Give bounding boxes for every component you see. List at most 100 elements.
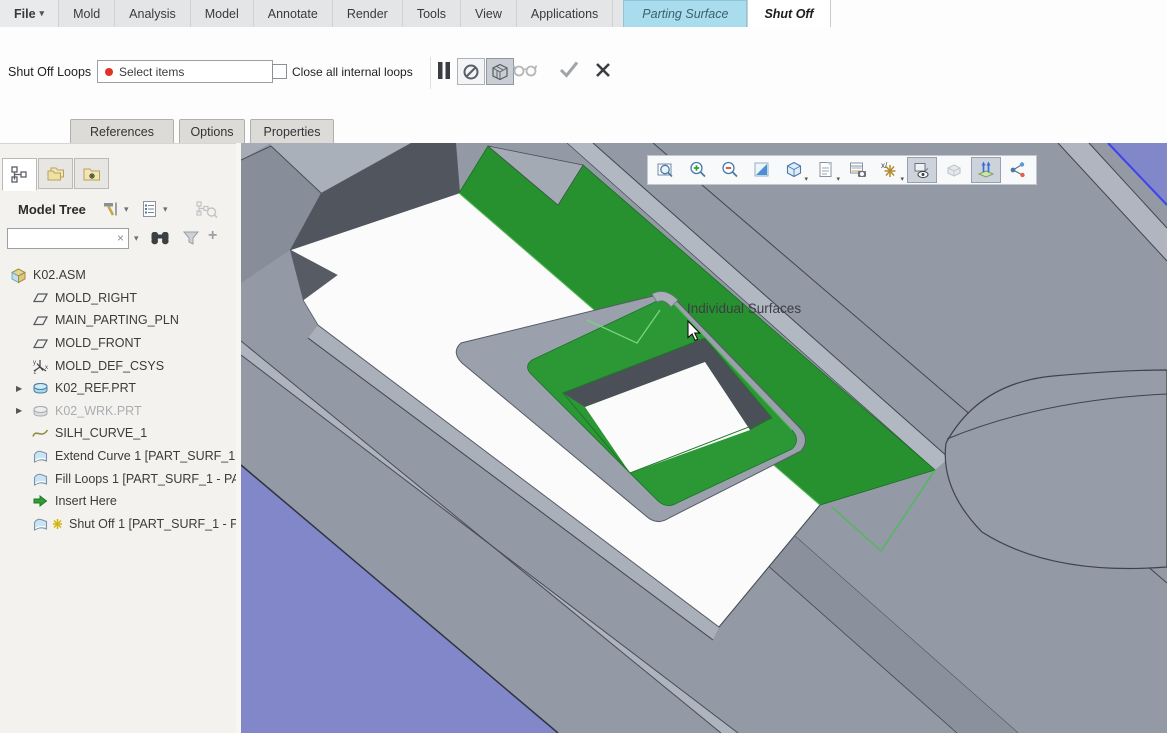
chevron-down-icon: ▾ xyxy=(836,176,840,183)
tree-item-label: Extend Curve 1 [PART_SURF_1 xyxy=(55,449,236,464)
tab-references[interactable]: References xyxy=(70,119,174,144)
shut-off-dashboard: Shut Off Loops Select items Close all in… xyxy=(0,27,1167,118)
tab-options[interactable]: Options xyxy=(179,119,245,144)
quilt-surface-icon xyxy=(32,448,49,464)
select-items-collector[interactable]: Select items xyxy=(97,60,273,83)
tree-item-datum-plane[interactable]: MOLD_RIGHT xyxy=(0,287,236,310)
tree-item-csys[interactable]: yz x MOLD_DEF_CSYS xyxy=(0,354,236,377)
svg-text:x: x xyxy=(45,365,48,371)
tree-item-shut-off[interactable]: Shut Off 1 [PART_SURF_1 - PA xyxy=(0,513,236,536)
folder-star-icon xyxy=(83,168,100,180)
tree-item-label: MOLD_DEF_CSYS xyxy=(55,358,165,373)
annotation-display-button[interactable] xyxy=(907,157,937,183)
assembly-icon xyxy=(10,267,27,284)
spin-center-button[interactable] xyxy=(939,157,969,183)
curve-icon xyxy=(32,426,49,441)
tooltip-text: Individual Surfaces xyxy=(687,301,801,316)
tree-columns-icon[interactable] xyxy=(196,200,218,223)
tree-item-part-wrk[interactable]: ▶ K02_WRK.PRT xyxy=(0,400,236,423)
svg-text:y: y xyxy=(33,360,36,366)
find-binoculars-icon[interactable] xyxy=(150,229,172,251)
tab-properties[interactable]: Properties xyxy=(250,119,334,144)
ribbon-filler xyxy=(830,0,1167,27)
shut-off-loops-label: Shut Off Loops xyxy=(8,65,92,79)
filter-funnel-icon[interactable] xyxy=(182,230,200,251)
chevron-down-icon: ▾ xyxy=(900,176,904,183)
tree-item-label: Shut Off 1 [PART_SURF_1 - PA xyxy=(69,516,236,531)
tree-search-input[interactable]: × xyxy=(7,228,129,249)
model-tree-tab[interactable] xyxy=(2,158,37,191)
tab-view[interactable]: View xyxy=(461,0,517,27)
close-internal-loops-checkbox[interactable] xyxy=(272,64,287,79)
tree-item-label: Insert Here xyxy=(55,494,117,509)
tree-item-label: K02_REF.PRT xyxy=(55,381,137,396)
ribbon-tab-bar: File ▾ Mold Analysis Model Annotate Rende… xyxy=(0,0,1167,28)
tab-render[interactable]: Render xyxy=(333,0,403,27)
collector-status-dot-icon xyxy=(105,67,113,76)
datum-plane-icon xyxy=(32,336,49,351)
file-menu-label: File xyxy=(14,6,36,21)
tab-parting-surface[interactable]: Parting Surface xyxy=(623,0,748,27)
saved-orientations-button[interactable]: ▾ xyxy=(811,157,841,183)
model-tree-title: Model Tree xyxy=(18,202,86,217)
quilt-surface-icon xyxy=(32,471,49,487)
view-manager-button[interactable] xyxy=(843,157,873,183)
tab-tools[interactable]: Tools xyxy=(403,0,461,27)
favorites-tab[interactable] xyxy=(74,158,109,189)
search-dropdown-icon[interactable]: ▾ xyxy=(134,233,139,244)
tree-item-label: Fill Loops 1 [PART_SURF_1 - PA xyxy=(55,471,236,486)
display-style-button[interactable]: ▾ xyxy=(779,157,809,183)
tab-applications[interactable]: Applications xyxy=(517,0,614,27)
connections-button[interactable] xyxy=(1003,157,1033,183)
accept-check-icon[interactable] xyxy=(558,59,580,79)
tree-item-datum-plane[interactable]: MOLD_FRONT xyxy=(0,332,236,355)
close-internal-loops-label: Close all internal loops xyxy=(292,65,413,79)
settings-dropdown-icon[interactable]: ▾ xyxy=(124,204,129,215)
zoom-out-button[interactable] xyxy=(715,157,745,183)
tree-item-assembly[interactable]: K02.ASM xyxy=(0,264,236,287)
filters-dropdown-icon[interactable]: ▾ xyxy=(163,204,168,215)
tree-item-label: K02.ASM xyxy=(33,268,86,283)
tab-annotate[interactable]: Annotate xyxy=(254,0,333,27)
svg-text:z: z xyxy=(34,369,37,374)
regenerate-star-icon xyxy=(52,518,63,530)
tab-shut-off[interactable]: Shut Off xyxy=(747,0,831,27)
tree-item-fill-loops[interactable]: Fill Loops 1 [PART_SURF_1 - PA xyxy=(0,467,236,490)
tab-mold[interactable]: Mold xyxy=(59,0,116,27)
tree-settings-icon[interactable] xyxy=(102,200,120,223)
expand-arrow-icon[interactable]: ▶ xyxy=(16,384,22,393)
pause-icon[interactable] xyxy=(436,61,452,80)
clear-search-icon[interactable]: × xyxy=(117,231,124,245)
folder-browser-tab[interactable] xyxy=(38,158,73,189)
refit-button[interactable] xyxy=(651,157,681,183)
tree-item-insert-here[interactable]: Insert Here xyxy=(0,490,236,513)
tree-item-label: SILH_CURVE_1 xyxy=(55,426,148,441)
datum-display-filters-button[interactable]: x/ ▾ xyxy=(875,157,905,183)
navigator-panel: Model Tree ▾ ▾ × ▾ + K02.ASM MOLD_RIGHT … xyxy=(0,143,236,733)
no-preview-button[interactable] xyxy=(457,58,485,85)
drag-handles-button[interactable] xyxy=(971,157,1001,183)
part-gray-icon xyxy=(32,403,49,419)
datum-plane-icon xyxy=(32,290,49,305)
part-icon xyxy=(32,380,49,396)
file-menu[interactable]: File ▾ xyxy=(0,0,60,27)
tree-item-datum-plane[interactable]: MAIN_PARTING_PLN xyxy=(0,309,236,332)
repaint-button[interactable] xyxy=(747,157,777,183)
tree-item-extend-curve[interactable]: Extend Curve 1 [PART_SURF_1 xyxy=(0,445,236,468)
expand-arrow-icon[interactable]: ▶ xyxy=(16,406,22,415)
graphics-area[interactable]: Individual Surfaces ▾ ▾ x/ ▾ xyxy=(241,143,1167,733)
tab-model[interactable]: Model xyxy=(191,0,254,27)
verify-glasses-icon[interactable] xyxy=(513,63,539,77)
tree-item-label: K02_WRK.PRT xyxy=(55,403,142,418)
tree-item-label: MOLD_FRONT xyxy=(55,336,142,351)
cancel-x-icon[interactable] xyxy=(595,63,611,77)
add-column-plus-icon[interactable]: + xyxy=(208,227,217,245)
model-tree-tab-icon xyxy=(11,166,27,183)
tab-analysis[interactable]: Analysis xyxy=(115,0,191,27)
csys-icon: yz x xyxy=(32,358,49,374)
zoom-in-button[interactable] xyxy=(683,157,713,183)
wireframe-preview-button[interactable] xyxy=(486,58,514,85)
tree-item-part-ref[interactable]: ▶ K02_REF.PRT xyxy=(0,377,236,400)
tree-filters-doc-icon[interactable] xyxy=(141,200,159,223)
tree-item-curve[interactable]: SILH_CURVE_1 xyxy=(0,422,236,445)
